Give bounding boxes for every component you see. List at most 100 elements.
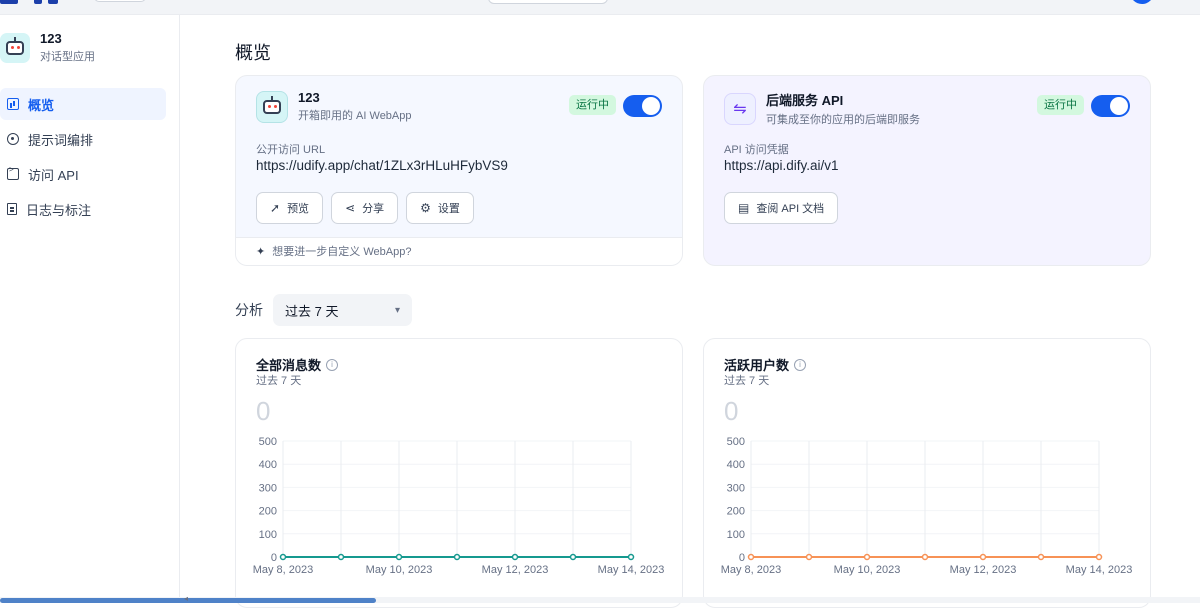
y-tick-label: 0	[271, 552, 277, 564]
data-point	[337, 553, 345, 561]
sidebar-item-api[interactable]: 访问 API	[0, 158, 166, 190]
messages-line-chart: 500 400 300 200 100 0May 8, 2023 May 10, 2023 M…	[253, 436, 665, 576]
webapp-card: 123 开箱即用的 AI WebApp 运行中 公开访问 URL https:/…	[235, 75, 683, 266]
x-tick-label: May 8, 2023	[253, 564, 314, 576]
webapp-toggle[interactable]	[623, 95, 662, 117]
analysis-label: 分析	[235, 302, 263, 318]
sidebar-nav: 概览 提示词编排 访问 API 日志与标注	[0, 88, 166, 228]
stat-value: 0	[724, 396, 739, 426]
share-icon: ⋖	[345, 201, 356, 215]
sidebar-item-logs[interactable]: 日志与标注	[0, 193, 166, 225]
data-point	[1095, 553, 1103, 561]
top-bar	[0, 0, 1200, 15]
x-tick-label: May 10, 2023	[366, 564, 433, 576]
data-point	[863, 553, 871, 561]
y-tick-label: 200	[259, 506, 277, 518]
messages-stat-card: 全部消息数 i 过去 7 天 0 500 400 300 200 100 0 May 8, …	[235, 338, 683, 608]
data-point	[921, 553, 929, 561]
api-icon: ⇋	[724, 92, 756, 125]
info-icon[interactable]: i	[326, 358, 339, 371]
share-button[interactable]: ⋖ 分享	[331, 192, 399, 224]
y-tick-label: 0	[739, 552, 745, 564]
user-avatar[interactable]	[1130, 0, 1154, 4]
api-title: 后端服务 API	[766, 93, 844, 108]
app-header: 123 对话型应用	[0, 31, 95, 64]
dify-logo[interactable]	[0, 0, 60, 6]
sidebar-item-prompt[interactable]: 提示词编排	[0, 123, 166, 155]
document-icon: ▤	[738, 201, 750, 215]
customize-webapp-link[interactable]: ✦ 想要进一步自定义 WebApp?	[236, 237, 682, 265]
y-tick-label: 300	[727, 482, 745, 494]
sidebar-item-label: 日志与标注	[26, 202, 92, 218]
settings-label: 设置	[437, 203, 460, 215]
api-card: ⇋ 后端服务 API 可集成至你的应用的后端即服务 运行中 API 访问凭据 h…	[703, 75, 1151, 266]
main-content: 概览 123 开箱即用的 AI WebApp 运行中 公开访问 URL http…	[181, 15, 1200, 608]
data-point	[395, 553, 403, 561]
sidebar: 123 对话型应用 概览 提示词编排 访问 API 日志与标注	[0, 15, 180, 603]
api-docs-label: 查阅 API 文档	[756, 203, 825, 215]
status-badge: 运行中	[569, 95, 616, 115]
gear-icon: ⚙	[420, 201, 431, 215]
customize-label: 想要进一步自定义 WebApp?	[272, 246, 412, 258]
y-tick-label: 400	[259, 459, 277, 471]
x-tick-label: May 12, 2023	[482, 564, 549, 576]
api-docs-button[interactable]: ▤ 查阅 API 文档	[724, 192, 839, 224]
data-point	[805, 553, 813, 561]
preview-button[interactable]: ➚ 预览	[256, 192, 324, 224]
x-tick-label: May 14, 2023	[1066, 564, 1133, 576]
y-tick-label: 500	[259, 436, 277, 448]
scroll-left-icon[interactable]: ◂	[184, 594, 188, 603]
document-icon	[7, 203, 17, 215]
robot-icon	[0, 32, 30, 63]
robot-icon	[256, 90, 288, 123]
stat-value: 0	[256, 396, 271, 426]
sidebar-item-label: 概览	[28, 97, 55, 113]
stat-period: 过去 7 天	[724, 375, 770, 387]
data-point	[279, 553, 287, 561]
data-point	[569, 553, 577, 561]
x-tick-label: May 14, 2023	[598, 564, 665, 576]
y-tick-label: 500	[727, 436, 745, 448]
active-users-stat-card: 活跃用户数 i 过去 7 天 0 500 400 300 200 100 0 May 8, …	[703, 338, 1151, 608]
app-type: 对话型应用	[40, 51, 95, 63]
period-value: 过去 7 天	[285, 303, 339, 319]
active-users-line-chart: 500 400 300 200 100 0May 8, 2023 May 10, 2023 M…	[721, 436, 1133, 576]
sidebar-item-label: 访问 API	[28, 167, 79, 183]
stat-period: 过去 7 天	[256, 375, 302, 387]
x-tick-label: May 10, 2023	[834, 564, 901, 576]
data-point	[747, 553, 755, 561]
x-tick-label: May 8, 2023	[721, 564, 782, 576]
api-endpoint[interactable]: https://api.dify.ai/v1	[724, 158, 839, 173]
public-url[interactable]: https://udify.app/chat/1ZLx3rHLuHFybVS9	[256, 158, 508, 173]
settings-button[interactable]: ⚙ 设置	[406, 192, 474, 224]
info-icon[interactable]: i	[794, 358, 807, 371]
y-tick-label: 300	[259, 482, 277, 494]
data-point	[1037, 553, 1045, 561]
y-tick-label: 100	[727, 529, 745, 541]
data-point	[453, 553, 461, 561]
y-tick-label: 200	[727, 506, 745, 518]
webapp-subtitle: 开箱即用的 AI WebApp	[298, 110, 412, 122]
x-tick-label: May 12, 2023	[950, 564, 1017, 576]
period-select[interactable]: 过去 7 天 ▾	[273, 294, 412, 326]
y-tick-label: 400	[727, 459, 745, 471]
horizontal-scrollbar[interactable]: ◂	[0, 594, 1200, 603]
preview-label: 预览	[287, 203, 310, 215]
sidebar-item-label: 提示词编排	[28, 132, 94, 148]
data-point	[979, 553, 987, 561]
page-title: 概览	[235, 43, 271, 63]
sparkle-icon: ✦	[256, 246, 266, 258]
api-toggle[interactable]	[1091, 95, 1130, 117]
terminal-icon	[7, 165, 19, 180]
chart-icon	[7, 98, 19, 110]
workspace-switcher[interactable]	[94, 0, 146, 2]
url-label: 公开访问 URL	[256, 144, 326, 156]
chevron-down-icon: ▾	[394, 304, 400, 316]
endpoint-label: API 访问凭据	[724, 144, 789, 156]
app-switcher[interactable]	[488, 0, 608, 4]
data-point	[511, 553, 519, 561]
data-point	[627, 553, 635, 561]
y-tick-label: 100	[259, 529, 277, 541]
app-name: 123	[40, 31, 62, 46]
sidebar-item-overview[interactable]: 概览	[0, 88, 166, 120]
